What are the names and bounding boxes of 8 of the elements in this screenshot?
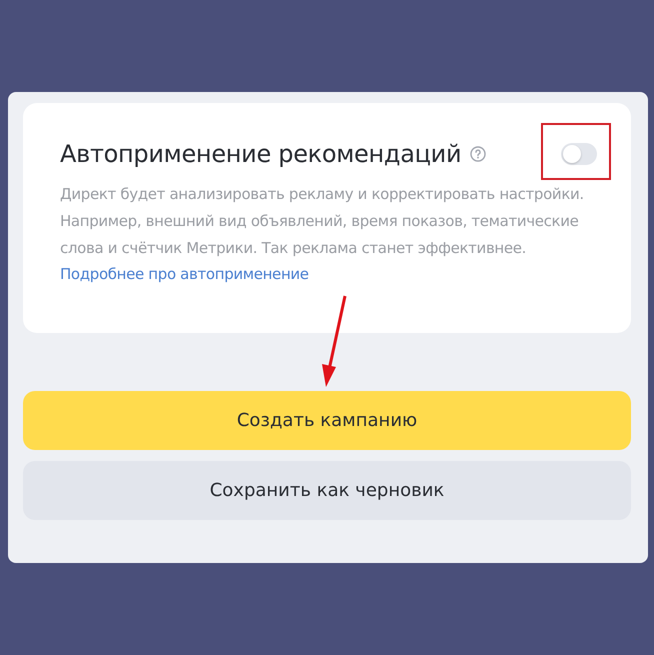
card-title: Автоприменение рекомендаций [60,140,462,168]
highlight-frame [541,123,611,180]
more-link[interactable]: Подробнее про автоприменение [60,262,309,286]
help-icon[interactable] [470,146,486,162]
create-campaign-button[interactable]: Создать кампанию [23,391,631,450]
toggle-switch[interactable] [561,143,597,165]
save-draft-button[interactable]: Сохранить как черновик [23,461,631,520]
description-text: Директ будет анализировать рекламу и корректировать настройки. Например, внешний вид объявлений, время показов, тематические слова и счётчик Метрики. Так реклама станет эффективнее. [60,184,585,259]
